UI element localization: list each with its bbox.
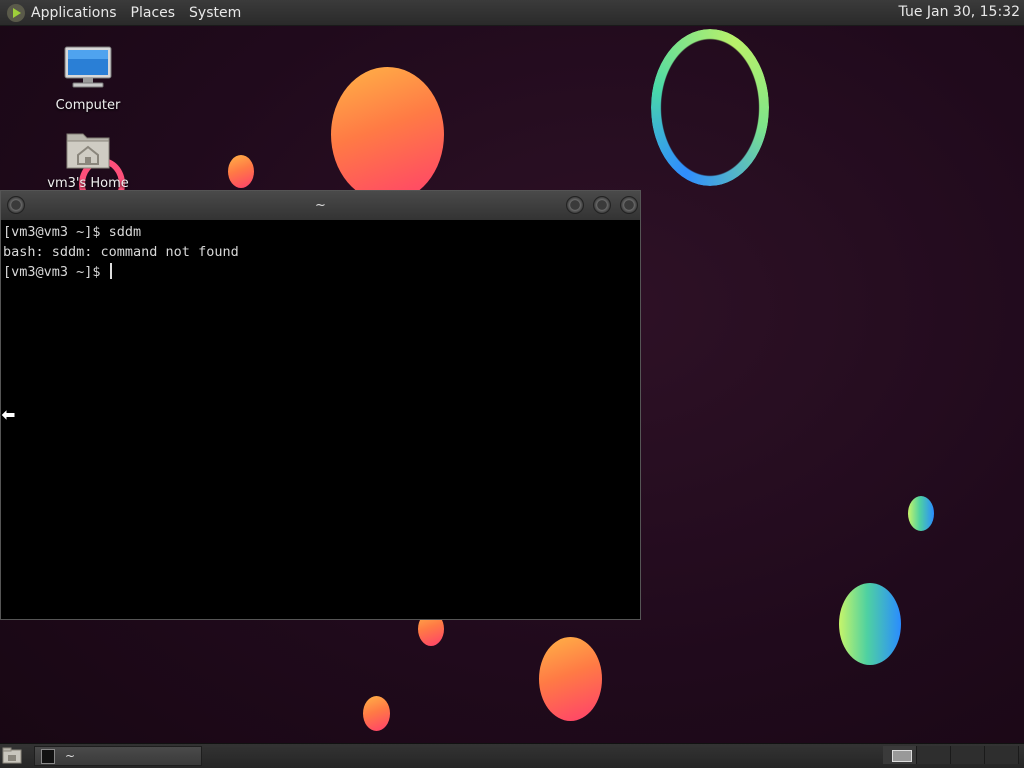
wallpaper-ring <box>651 29 769 186</box>
taskbar-window-button[interactable]: ~ <box>34 746 202 766</box>
menu-places[interactable]: Places <box>131 5 176 21</box>
window-titlebar[interactable]: ~ <box>1 191 640 220</box>
terminal-icon <box>41 748 55 764</box>
menu-applications[interactable]: Applications <box>31 5 117 21</box>
wallpaper-bubble <box>539 637 602 721</box>
desktop-icon-computer[interactable]: Computer <box>43 46 133 113</box>
terminal-output[interactable]: [vm3@vm3 ~]$ sddm bash: sddm: command no… <box>1 220 640 284</box>
terminal-line: [vm3@vm3 ~]$ sddm <box>3 224 142 240</box>
terminal-window[interactable]: ~ [vm3@vm3 ~]$ sddm bash: sddm: command … <box>0 190 641 620</box>
home-folder-icon <box>66 133 110 169</box>
show-desktop-icon[interactable] <box>2 747 22 765</box>
workspace-3[interactable] <box>951 746 985 764</box>
text-cursor <box>109 263 112 279</box>
window-title: ~ <box>315 198 326 213</box>
desktop-icon-label: vm3's Home <box>47 176 129 191</box>
workspace-switcher[interactable] <box>883 746 1019 766</box>
top-panel: Applications Places System Tue Jan 30, 1… <box>0 0 1024 26</box>
workspace-4[interactable] <box>985 746 1019 764</box>
minimize-button[interactable] <box>566 196 584 214</box>
wallpaper-bubble <box>839 583 901 665</box>
desktop-icon-label: Computer <box>55 98 121 113</box>
wallpaper-bubble <box>363 696 390 731</box>
workspace-1[interactable] <box>883 746 917 764</box>
workspace-2[interactable] <box>917 746 951 764</box>
terminal-prompt-line[interactable]: [vm3@vm3 ~]$ <box>3 262 638 282</box>
terminal-line: bash: sddm: command not found <box>3 244 239 260</box>
workspace-window-preview <box>892 750 912 762</box>
mouse-pointer-icon <box>0 408 16 422</box>
wallpaper-bubble <box>908 496 934 531</box>
maximize-button[interactable] <box>593 196 611 214</box>
bottom-panel: ~ <box>0 743 1024 768</box>
close-button[interactable] <box>620 196 638 214</box>
desktop-icon-home[interactable]: vm3's Home <box>43 128 133 191</box>
taskbar-window-label: ~ <box>65 749 76 763</box>
wallpaper-bubble <box>228 155 254 188</box>
desktop[interactable]: Applications Places System Tue Jan 30, 1… <box>0 0 1024 768</box>
computer-icon <box>64 46 112 88</box>
distro-logo-icon[interactable] <box>7 3 25 22</box>
terminal-prompt: [vm3@vm3 ~]$ <box>3 264 109 280</box>
menu-system[interactable]: System <box>189 5 241 21</box>
clock[interactable]: Tue Jan 30, 15:32 <box>899 4 1020 20</box>
wallpaper-bubble <box>331 67 444 202</box>
